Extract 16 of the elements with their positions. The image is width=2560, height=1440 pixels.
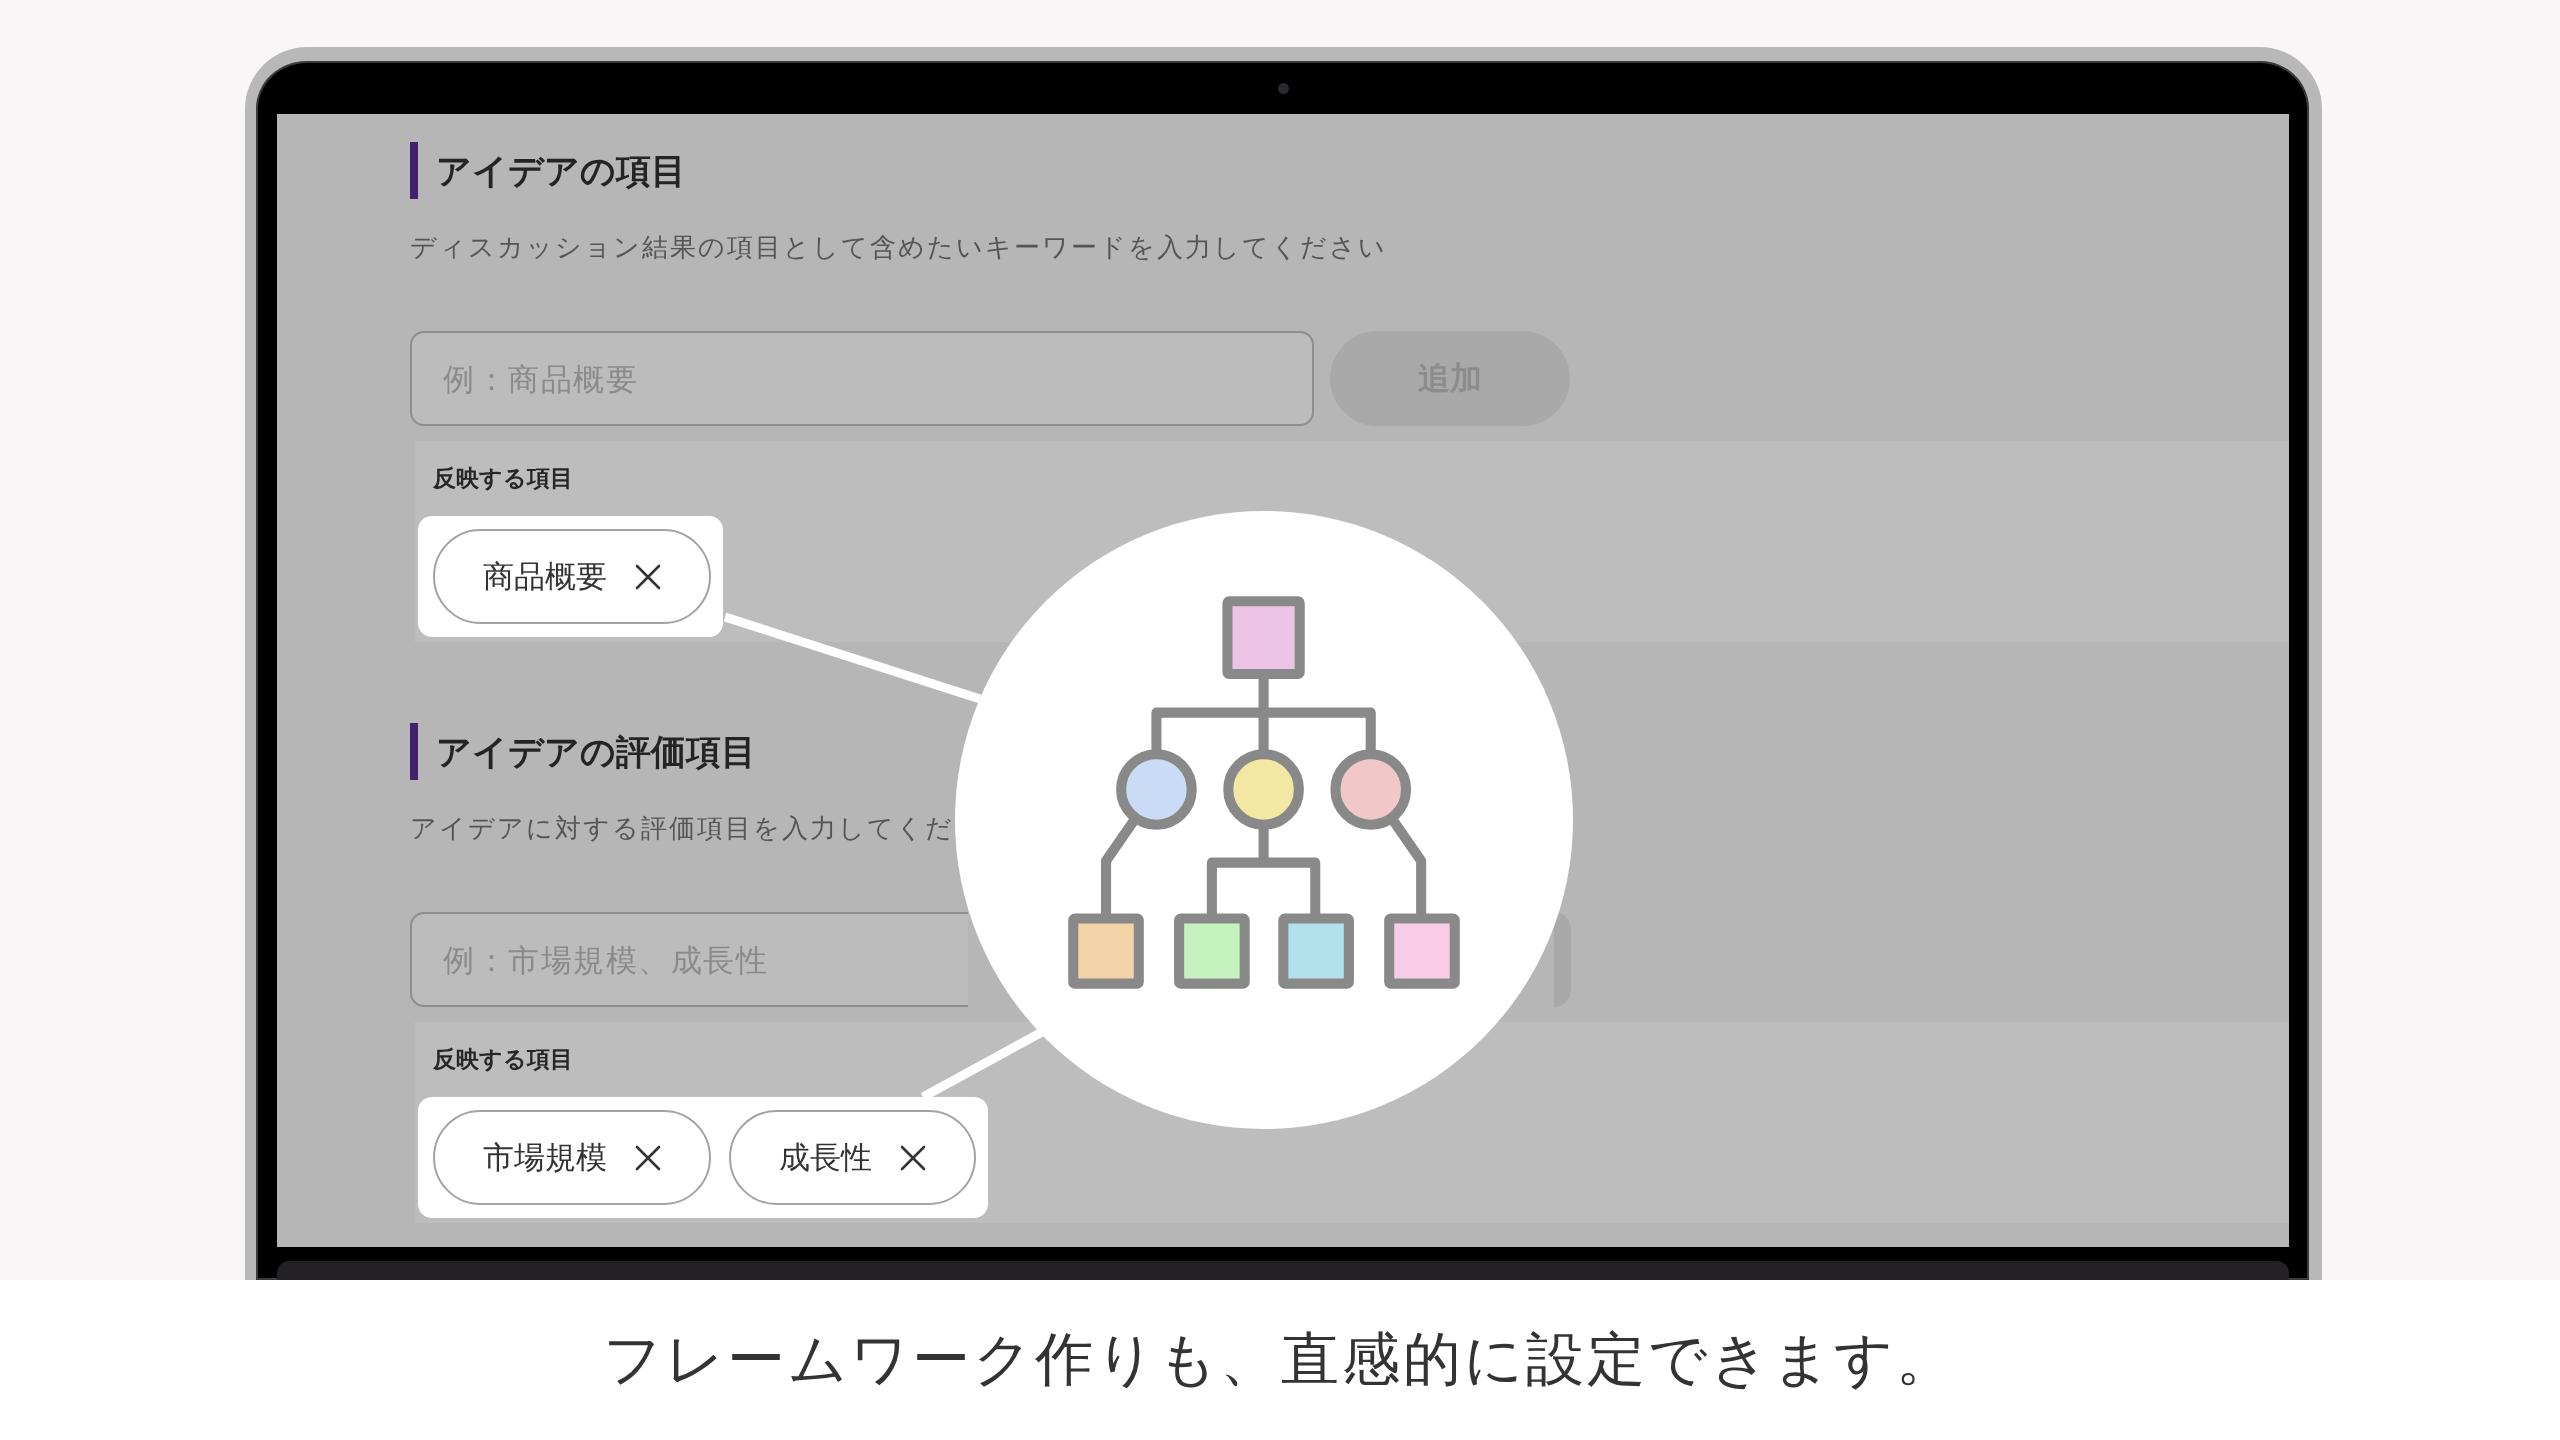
close-icon[interactable]	[635, 563, 661, 590]
panel-label: 反映する項目	[433, 1045, 573, 1074]
camera-dot-icon	[1277, 83, 1289, 94]
section-description: ディスカッション結果の項目として含めたいキーワードを入力してください	[410, 231, 1387, 264]
accent-bar	[410, 142, 418, 199]
chip-label: 市場規模	[483, 1138, 607, 1177]
close-icon[interactable]	[900, 1144, 926, 1171]
accent-bar	[410, 723, 418, 780]
section-title: アイデアの評価項目	[436, 730, 756, 773]
section-description: アイデアに対する評価項目を入力してくだ	[410, 812, 954, 845]
panel-label: 反映する項目	[433, 464, 573, 493]
caption-text: フレームワーク作りも、直感的に設定できます。	[603, 1324, 1957, 1396]
chip-label: 商品概要	[483, 557, 607, 596]
chip-label: 成長性	[779, 1138, 872, 1177]
close-icon[interactable]	[635, 1144, 661, 1171]
section-title: アイデアの項目	[436, 149, 686, 192]
